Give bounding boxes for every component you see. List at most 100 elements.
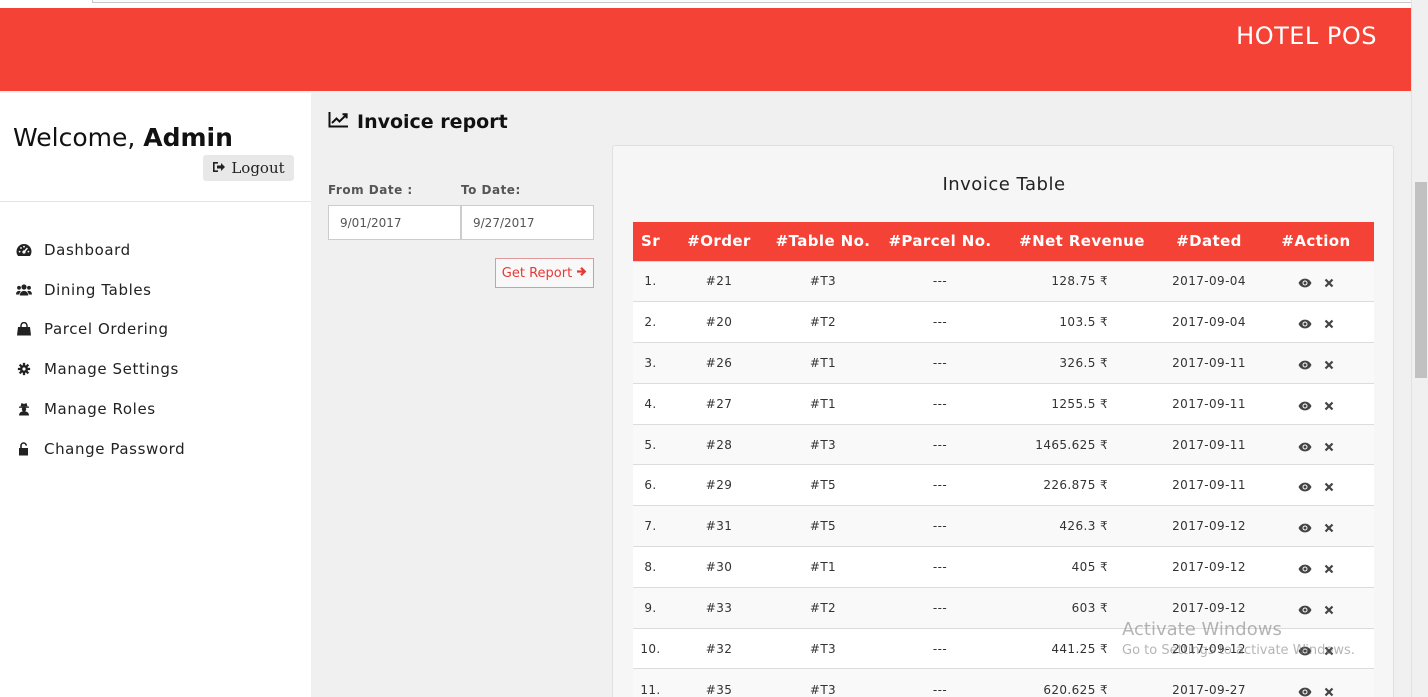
cell-parcel: --- <box>876 260 1004 302</box>
delete-x-icon[interactable] <box>1324 318 1334 332</box>
cell-revenue: 326.5 ₹ <box>1004 342 1160 384</box>
view-eye-icon[interactable] <box>1298 481 1312 495</box>
cell-revenue: 103.5 ₹ <box>1004 301 1160 343</box>
column-header: #Table No. <box>770 222 876 261</box>
delete-x-icon[interactable] <box>1324 604 1334 618</box>
users-icon <box>15 282 32 297</box>
cell-sr: 9. <box>633 586 668 629</box>
cell-dated: 2017-09-12 <box>1160 505 1258 547</box>
view-eye-icon[interactable] <box>1298 318 1312 332</box>
shopping-bag-icon <box>15 322 32 337</box>
cell-table: #T2 <box>770 301 876 343</box>
cell-table: #T3 <box>770 423 876 465</box>
sidebar-item-change-password[interactable]: Change Password <box>0 429 311 469</box>
to-date-input[interactable] <box>461 205 594 240</box>
view-eye-icon[interactable] <box>1298 277 1312 291</box>
view-eye-icon[interactable] <box>1298 441 1312 455</box>
delete-x-icon[interactable] <box>1324 481 1334 495</box>
cell-table: #T3 <box>770 627 876 669</box>
cell-sr: 6. <box>633 464 668 506</box>
scrollbar-thumb[interactable] <box>1415 182 1427 378</box>
view-eye-icon[interactable] <box>1298 686 1312 697</box>
invoice-card: Invoice Table Sr #Order #Table No. #Parc… <box>612 145 1394 697</box>
browser-top-strip <box>0 0 1428 8</box>
view-eye-icon[interactable] <box>1298 359 1312 373</box>
cell-table: #T1 <box>770 382 876 425</box>
cell-parcel: --- <box>876 301 1004 343</box>
row-actions <box>1298 400 1334 414</box>
sidebar-item-manage-roles[interactable]: Manage Roles <box>0 389 311 429</box>
delete-x-icon[interactable] <box>1324 522 1334 536</box>
cell-parcel: --- <box>876 342 1004 384</box>
logout-button[interactable]: Logout <box>203 155 294 181</box>
cell-order: #30 <box>668 546 770 588</box>
to-date-label: To Date: <box>461 183 521 197</box>
watermark-line1: Activate Windows <box>1122 619 1282 640</box>
delete-x-icon[interactable] <box>1324 441 1334 455</box>
cell-sr: 1. <box>633 260 668 302</box>
cell-table: #T3 <box>770 668 876 697</box>
table-row: 8. #30 #T1 --- 405 ₹2017-09-12 <box>633 546 1374 588</box>
from-date-label: From Date : <box>328 183 413 197</box>
delete-x-icon[interactable] <box>1324 400 1334 414</box>
column-header: Sr <box>633 222 668 261</box>
logout-label: Logout <box>231 159 285 177</box>
cell-action <box>1258 546 1374 588</box>
get-report-label: Get Report <box>501 265 573 281</box>
cell-table: #T3 <box>770 260 876 302</box>
view-eye-icon[interactable] <box>1298 563 1312 577</box>
cell-sr: 7. <box>633 505 668 547</box>
table-row: 3. #26 #T1 --- 326.5 ₹2017-09-11 <box>633 342 1374 384</box>
get-report-button[interactable]: Get Report <box>495 258 594 288</box>
invoice-table-title: Invoice Table <box>942 174 1066 195</box>
view-eye-icon[interactable] <box>1298 604 1312 618</box>
sidebar-item-parcel-ordering[interactable]: Parcel Ordering <box>0 310 311 350</box>
cell-action <box>1258 668 1374 697</box>
cell-sr: 4. <box>633 382 668 425</box>
cell-dated: 2017-09-04 <box>1160 301 1258 343</box>
cell-order: #28 <box>668 423 770 465</box>
cell-order: #20 <box>668 301 770 343</box>
column-header: #Net Revenue <box>1004 222 1160 261</box>
view-eye-icon[interactable] <box>1298 522 1312 536</box>
sidebar-item-label: Dashboard <box>44 240 131 259</box>
cell-revenue: 128.75 ₹ <box>1004 260 1160 302</box>
cell-parcel: --- <box>876 423 1004 465</box>
cell-action <box>1258 260 1374 302</box>
user-secret-icon <box>15 402 32 417</box>
cell-dated: 2017-09-04 <box>1160 260 1258 302</box>
row-actions <box>1298 481 1334 495</box>
brand-title: HOTEL POS <box>1236 22 1377 50</box>
delete-x-icon[interactable] <box>1324 563 1334 577</box>
cell-sr: 10. <box>633 627 668 669</box>
page-scrollbar[interactable] <box>1411 0 1428 697</box>
sidebar-item-dashboard[interactable]: Dashboard <box>0 230 311 270</box>
cell-parcel: --- <box>876 668 1004 697</box>
welcome-prefix: Welcome, <box>13 123 144 152</box>
cell-dated: 2017-09-11 <box>1160 423 1258 465</box>
cell-table: #T5 <box>770 464 876 506</box>
delete-x-icon[interactable] <box>1324 359 1334 373</box>
cell-sr: 3. <box>633 342 668 384</box>
sidebar-item-manage-settings[interactable]: Manage Settings <box>0 349 311 389</box>
table-row: 4. #27 #T1 --- 1255.5 ₹2017-09-11 <box>633 382 1374 425</box>
row-actions <box>1298 441 1334 455</box>
app-header: HOTEL POS <box>0 8 1411 91</box>
sidebar-item-label: Parcel Ordering <box>44 320 169 339</box>
cell-revenue: 226.875 ₹ <box>1004 464 1160 506</box>
cell-order: #33 <box>668 586 770 629</box>
column-header: #Parcel No. <box>876 222 1004 261</box>
cell-sr: 8. <box>633 546 668 588</box>
arrow-right-icon <box>576 266 587 281</box>
view-eye-icon[interactable] <box>1298 400 1312 414</box>
from-date-input[interactable] <box>328 205 461 240</box>
cell-parcel: --- <box>876 546 1004 588</box>
sidebar-item-dining-tables[interactable]: Dining Tables <box>0 270 311 310</box>
delete-x-icon[interactable] <box>1324 277 1334 291</box>
sign-out-icon <box>212 159 226 177</box>
delete-x-icon[interactable] <box>1324 686 1334 697</box>
welcome-user: Admin <box>143 123 233 152</box>
sidebar-divider <box>0 201 311 202</box>
cell-parcel: --- <box>876 586 1004 629</box>
cell-revenue: 620.625 ₹ <box>1004 668 1160 697</box>
